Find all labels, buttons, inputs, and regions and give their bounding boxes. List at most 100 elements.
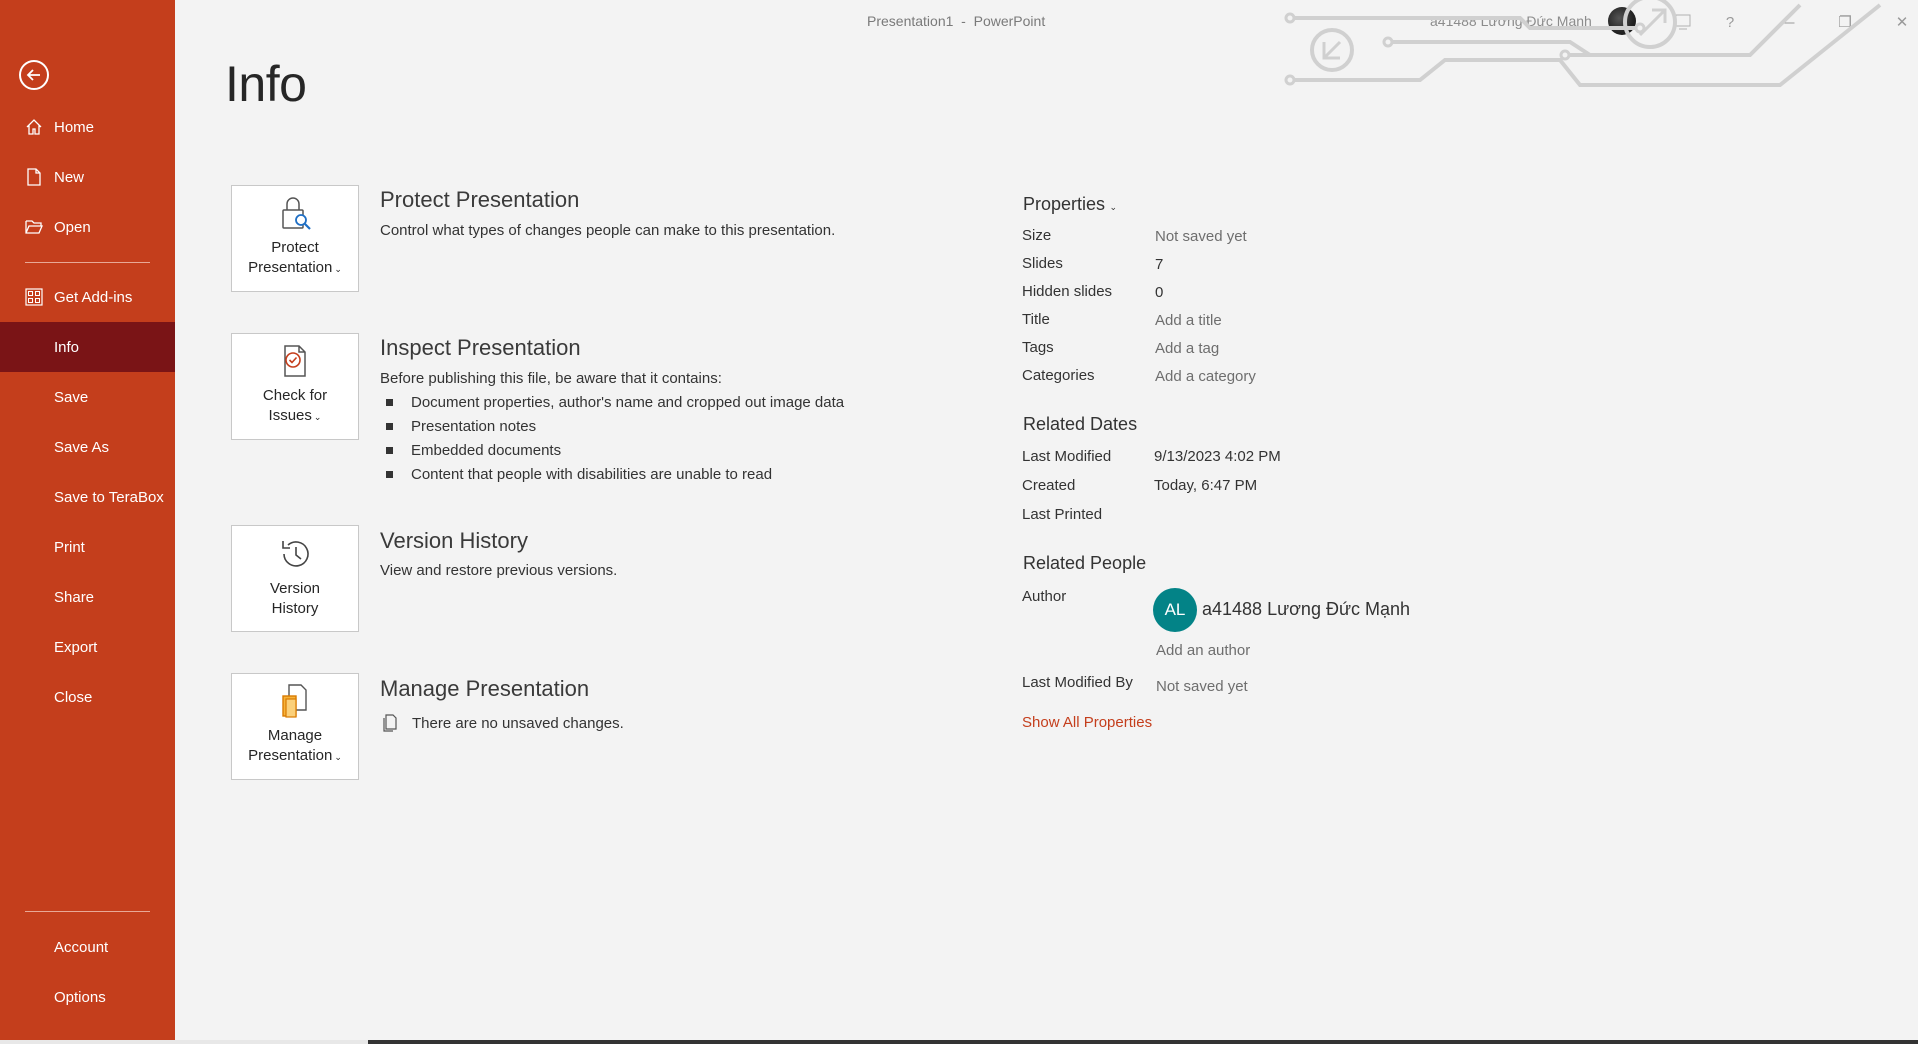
prop-label-size: Size <box>1022 227 1052 244</box>
prop-value-hidden-slides: 0 <box>1155 284 1164 301</box>
prop-label-last-printed: Last Printed <box>1022 506 1103 523</box>
prop-label-title: Title <box>1022 311 1050 328</box>
prop-label-hidden-slides: Hidden slides <box>1022 283 1113 300</box>
sidebar-item-open[interactable]: Open <box>0 204 175 250</box>
tile-label: Protect Presentation ⌄ <box>248 239 342 276</box>
section-title-protect: Protect Presentation <box>380 187 580 212</box>
prop-value-size: Not saved yet <box>1155 228 1247 245</box>
sidebar-item-save-as[interactable]: Save As <box>0 424 175 470</box>
lock-search-icon <box>282 197 311 230</box>
documents-icon <box>383 714 397 732</box>
back-arrow-button[interactable] <box>19 60 49 90</box>
sidebar-item-close[interactable]: Close <box>0 674 175 720</box>
sidebar-item-share[interactable]: Share <box>0 574 175 620</box>
section-title-version: Version History <box>380 528 528 553</box>
back-arrow-icon <box>26 69 40 81</box>
chevron-down-icon: ⌄ <box>313 412 322 422</box>
sidebar-item-label: Share <box>54 588 95 606</box>
author-name[interactable]: a41488 Lương Đức Mạnh <box>1202 599 1410 620</box>
prop-label-created: Created <box>1022 477 1076 494</box>
sidebar-item-label: Home <box>54 118 95 136</box>
prop-label-last-modified-by: Last Modified By <box>1022 674 1133 691</box>
list-item: Document properties, author's name and c… <box>386 394 844 411</box>
sidebar-item-label: New <box>54 168 85 186</box>
tile-label: Check for Issues ⌄ <box>262 387 328 424</box>
sidebar-item-home[interactable]: Home <box>0 104 175 150</box>
tile-label: Version History <box>269 580 321 617</box>
sidebar-item-label: Account <box>54 938 109 956</box>
prop-label-tags: Tags <box>1022 339 1054 356</box>
tags-field[interactable]: Add a tag <box>1155 340 1219 357</box>
home-icon <box>24 117 44 137</box>
prop-value-last-modified-by: Not saved yet <box>1156 678 1248 695</box>
sidebar-item-get-add-ins[interactable]: Get Add-ins <box>0 274 175 320</box>
add-ins-grid-icon <box>24 287 44 307</box>
categories-field[interactable]: Add a category <box>1155 368 1256 385</box>
new-document-icon <box>24 167 44 187</box>
sidebar-item-export[interactable]: Export <box>0 624 175 670</box>
sidebar-item-label: Open <box>54 218 91 236</box>
sidebar-item-label: Export <box>54 638 98 656</box>
minimize-button[interactable]: — <box>1773 8 1801 36</box>
sidebar-item-label: Save <box>54 388 89 406</box>
title-bar: Presentation1 - PowerPoint a41488 Lương … <box>175 0 1918 44</box>
section-title-inspect: Inspect Presentation <box>380 335 581 360</box>
help-button[interactable]: ? <box>1716 8 1744 36</box>
sidebar-item-print[interactable]: Print <box>0 524 175 570</box>
sidebar-divider <box>25 911 150 912</box>
sidebar-item-account[interactable]: Account <box>0 924 175 970</box>
sidebar-item-label: Get Add-ins <box>54 288 133 306</box>
title-field[interactable]: Add a title <box>1155 312 1222 329</box>
section-desc-inspect: Before publishing this file, be aware th… <box>380 370 722 387</box>
user-avatar[interactable] <box>1608 7 1636 35</box>
author-avatar[interactable]: AL <box>1153 588 1197 632</box>
history-clock-icon <box>282 541 309 567</box>
signed-in-user-name[interactable]: a41488 Lương Đức Mạnh <box>1430 13 1592 29</box>
section-desc-version: View and restore previous versions. <box>380 562 618 579</box>
sidebar-item-label: Options <box>54 988 106 1006</box>
list-item: Embedded documents <box>386 442 561 459</box>
sidebar-item-label: Save As <box>54 438 110 456</box>
properties-dropdown[interactable]: Properties ⌄ <box>1023 194 1117 215</box>
prop-label-slides: Slides <box>1022 255 1063 272</box>
prop-label-last-modified: Last Modified <box>1022 448 1112 465</box>
add-author-field[interactable]: Add an author <box>1156 642 1250 659</box>
sidebar-item-label: Info <box>54 338 80 356</box>
list-item: Presentation notes <box>386 418 536 435</box>
restore-button[interactable]: ❐ <box>1831 8 1859 36</box>
chevron-down-icon: ⌄ <box>334 264 342 274</box>
sidebar-item-save[interactable]: Save <box>0 374 175 420</box>
list-item: Content that people with disabilities ar… <box>386 466 772 483</box>
tile-label: Manage Presentation ⌄ <box>248 727 342 764</box>
folder-open-icon <box>24 217 44 237</box>
check-for-issues-button[interactable]: Check for Issues ⌄ <box>231 333 359 440</box>
prop-label-author: Author <box>1022 588 1067 605</box>
chevron-down-icon: ⌄ <box>1107 202 1118 212</box>
prop-value-slides: 7 <box>1155 256 1164 273</box>
sidebar-item-save-to-terabox[interactable]: Save to TeraBox <box>0 474 175 520</box>
prop-label-categories: Categories <box>1022 367 1095 384</box>
sidebar-item-label: Save to TeraBox <box>54 488 164 506</box>
sidebar-item-options[interactable]: Options <box>0 974 175 1020</box>
prop-value-created: Today, 6:47 PM <box>1154 477 1258 494</box>
backstage-sidebar: Home New Open Get Add-ins Info Save Save… <box>0 0 175 1040</box>
section-title-manage: Manage Presentation <box>380 676 590 701</box>
sidebar-item-label: Close <box>54 688 93 706</box>
sidebar-item-info[interactable]: Info <box>0 322 175 372</box>
section-desc-manage: There are no unsaved changes. <box>412 715 624 732</box>
sidebar-divider <box>25 262 150 263</box>
close-window-button[interactable]: ✕ <box>1888 8 1916 36</box>
related-dates-header: Related Dates <box>1023 414 1138 434</box>
protect-presentation-button[interactable]: Protect Presentation ⌄ <box>231 185 359 292</box>
show-all-properties-link[interactable]: Show All Properties <box>1022 714 1152 731</box>
coauthor-icon[interactable] <box>1669 8 1697 36</box>
manage-documents-icon <box>282 684 307 718</box>
manage-presentation-button[interactable]: Manage Presentation ⌄ <box>231 673 359 780</box>
section-desc-protect: Control what types of changes people can… <box>380 222 836 239</box>
sidebar-item-new[interactable]: New <box>0 154 175 200</box>
related-people-header: Related People <box>1023 553 1147 573</box>
sidebar-item-label: Print <box>54 538 85 556</box>
chevron-down-icon: ⌄ <box>334 752 342 762</box>
version-history-button[interactable]: Version History <box>231 525 359 632</box>
prop-value-last-modified: 9/13/2023 4:02 PM <box>1154 448 1281 465</box>
